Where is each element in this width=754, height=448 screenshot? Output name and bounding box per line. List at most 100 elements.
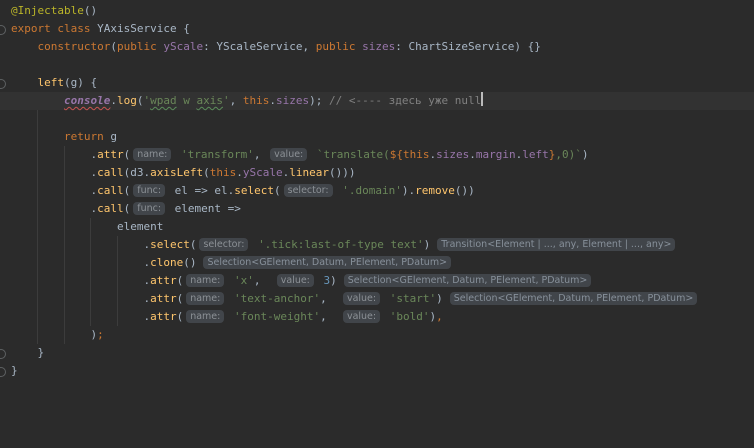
code-token: (d3. xyxy=(123,166,151,179)
code-token: '.domain' xyxy=(342,184,402,197)
code-token: this xyxy=(209,166,237,179)
code-line[interactable]: .attr(name: 'x', value: 3) Selection<GEle… xyxy=(0,272,754,290)
gutter-fold-icon[interactable] xyxy=(0,79,6,89)
code-editor[interactable]: @Injectable() export class YAxisService {… xyxy=(0,0,754,448)
code-token: ) xyxy=(581,148,589,161)
code-line[interactable]: .attr(name: 'text-anchor', value: 'start… xyxy=(0,290,754,308)
code-line[interactable]: return g xyxy=(0,128,754,146)
code-line[interactable]: .clone() Selection<GElement, Datum, PElem… xyxy=(0,254,754,272)
code-line[interactable] xyxy=(0,110,754,128)
code-area: @Injectable() export class YAxisService {… xyxy=(0,2,754,380)
code-line[interactable]: export class YAxisService { xyxy=(0,20,754,38)
code-token: ( xyxy=(176,274,184,287)
code-token: . xyxy=(11,310,151,323)
code-line[interactable]: .call(func: element => xyxy=(0,200,754,218)
code-line[interactable]: ); xyxy=(0,326,754,344)
code-line[interactable]: .attr(name: 'transform', value: `transla… xyxy=(0,146,754,164)
param-hint: value: xyxy=(270,148,308,161)
code-token: linear xyxy=(289,166,329,179)
code-token: , xyxy=(320,310,340,323)
gutter-fold-icon[interactable] xyxy=(0,367,6,377)
code-token: call xyxy=(97,184,124,197)
code-token: , xyxy=(253,274,274,287)
type-hint: Transition<Element | ..., any, Element |… xyxy=(437,238,676,251)
code-token: axis xyxy=(196,94,223,107)
code-token: ( xyxy=(189,238,197,251)
code-token: . xyxy=(11,274,151,287)
code-line[interactable]: constructor(public yScale: YScaleService… xyxy=(0,38,754,56)
code-token: remove xyxy=(415,184,455,197)
code-token: attr xyxy=(97,148,124,161)
code-token: 'x' xyxy=(233,274,254,287)
param-hint: selector: xyxy=(283,184,333,197)
code-token: sizes xyxy=(275,94,310,107)
code-token: sizes xyxy=(436,148,470,161)
code-token: ,0)` xyxy=(555,148,582,161)
code-token: sizes xyxy=(362,40,396,53)
code-token: ()) xyxy=(454,184,475,197)
code-line[interactable]: } xyxy=(0,344,754,362)
code-line[interactable]: element xyxy=(0,218,754,236)
code-token: , xyxy=(436,310,443,323)
code-token: console xyxy=(63,94,111,107)
code-line[interactable]: left(g) { xyxy=(0,74,754,92)
code-token: attr xyxy=(150,292,177,305)
code-token: public xyxy=(116,40,157,53)
code-line[interactable]: console.log('wpad w axis', this.sizes); … xyxy=(0,92,754,110)
param-hint: value: xyxy=(276,274,314,287)
type-hint: Selection<GElement, Datum, PElement, PDa… xyxy=(343,274,592,287)
code-line[interactable] xyxy=(0,56,754,74)
code-token: this xyxy=(242,94,270,107)
code-token: ( xyxy=(203,166,210,179)
code-token: (g) { xyxy=(64,76,98,89)
code-token: . xyxy=(269,94,276,107)
gutter-fold-icon[interactable] xyxy=(0,25,6,35)
code-line[interactable]: .select(selector: '.tick:last-of-type te… xyxy=(0,236,754,254)
code-token: clone xyxy=(150,256,184,269)
code-token: ( xyxy=(123,202,131,215)
code-token: attr xyxy=(150,274,177,287)
param-hint: name: xyxy=(133,148,172,161)
code-token: axisLeft xyxy=(150,166,204,179)
code-token: : YScaleService, xyxy=(203,40,316,53)
code-token: // <---- здесь уже null xyxy=(322,94,482,107)
code-token: . xyxy=(11,202,98,215)
code-token: . xyxy=(11,238,151,251)
param-hint: value: xyxy=(342,310,381,323)
code-token: return xyxy=(63,130,104,143)
code-token: w xyxy=(176,94,197,107)
code-line[interactable]: .call(d3.axisLeft(this.yScale.linear())) xyxy=(0,164,754,182)
code-token: ( xyxy=(176,292,184,305)
code-token: `translate( xyxy=(316,148,390,161)
code-token: , xyxy=(229,94,243,107)
param-hint: name: xyxy=(186,274,225,287)
code-token: YAxisService { xyxy=(90,22,190,35)
code-token: wpad xyxy=(150,94,177,107)
code-line[interactable]: @Injectable() xyxy=(0,2,754,20)
code-token: this xyxy=(403,148,430,161)
code-token: . xyxy=(11,256,151,269)
code-token: ( xyxy=(110,40,117,53)
param-hint: name: xyxy=(186,292,225,305)
type-hint: Selection<GElement, Datum, PElement, PDa… xyxy=(203,256,452,269)
code-token: } xyxy=(11,346,45,359)
code-line[interactable]: .call(func: el => el.select(selector: '.… xyxy=(0,182,754,200)
code-line[interactable]: .attr(name: 'font-weight', value: 'bold'… xyxy=(0,308,754,326)
param-hint: selector: xyxy=(199,238,249,251)
code-token: log xyxy=(116,94,137,107)
code-token: left xyxy=(37,76,65,89)
code-token: element => xyxy=(168,202,241,215)
gutter-fold-icon[interactable] xyxy=(0,349,6,359)
code-token: call xyxy=(97,202,124,215)
code-token: select xyxy=(234,184,275,197)
code-line[interactable]: } xyxy=(0,362,754,380)
